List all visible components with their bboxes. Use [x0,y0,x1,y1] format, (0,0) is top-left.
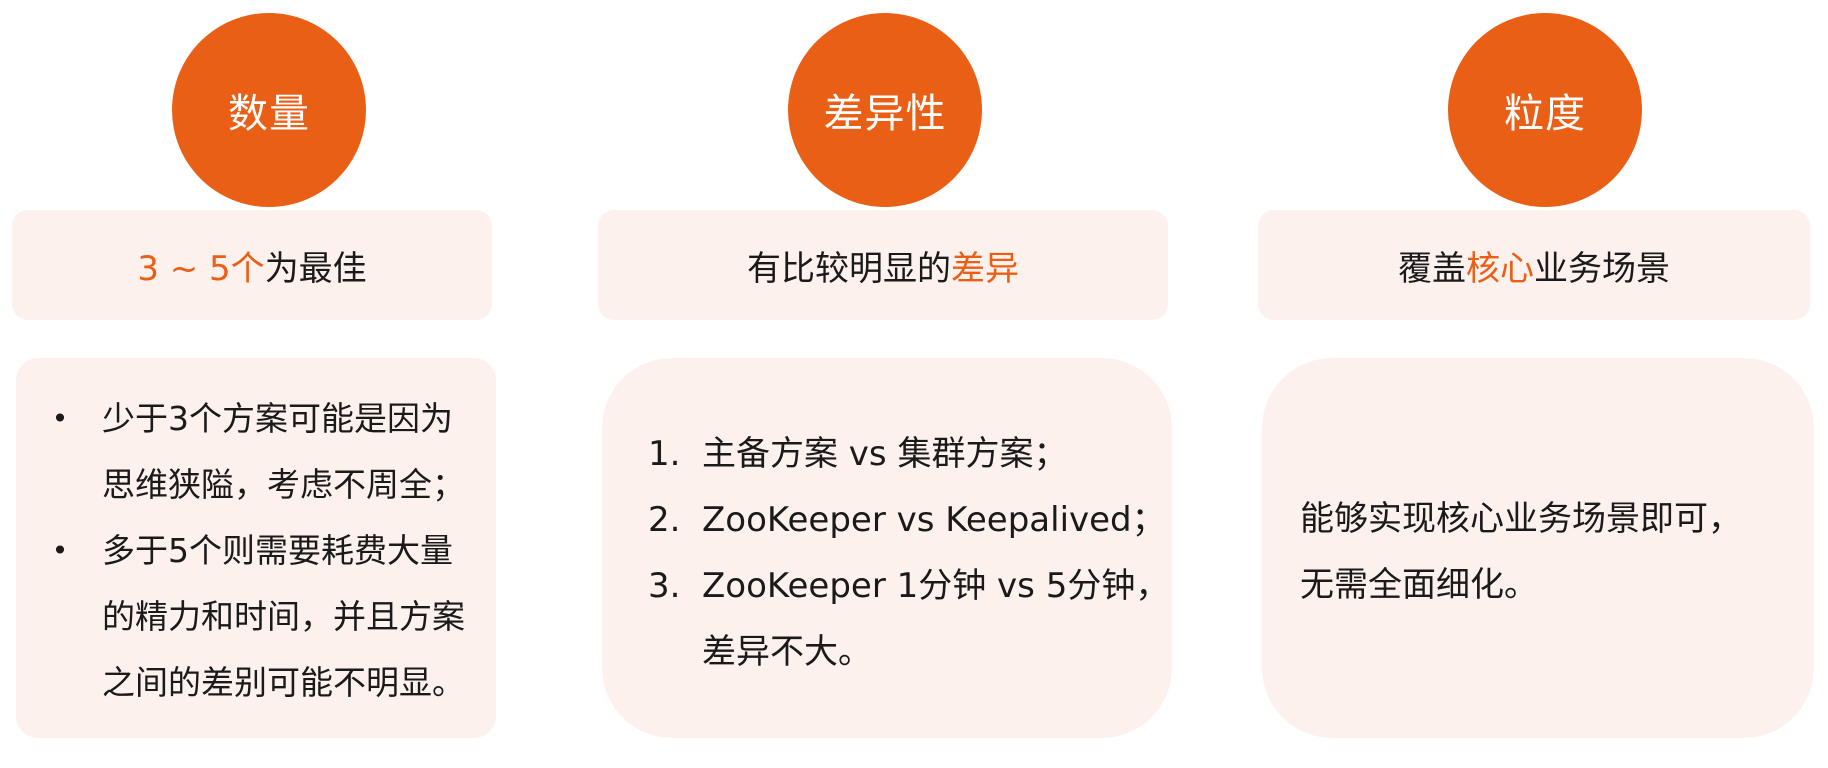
difference-summary: 有比较明显的 差异 [598,210,1168,320]
bullet-icon: • [51,534,69,567]
quantity-title: 数量 [228,91,310,137]
granularity-text-line-2: 无需全面细化。 [1300,565,1538,605]
list-item: 1. 主备方案 vs 集群方案； [612,421,1162,487]
quantity-summary: 3 ~ 5个 为最佳 [12,210,492,320]
item-text: ZooKeeper 1分钟 vs 5分钟， [702,566,1170,606]
bullet-text: 多于5个则需要耗费大量的精力和时间，并且方案之间的差别可能不明显。 [102,531,465,702]
quantity-summary-highlight: 3 ~ 5个 [137,248,265,289]
granularity-summary: 覆盖 核心 业务场景 [1258,210,1810,320]
item-number: 3. [648,566,681,606]
list-item: 3. ZooKeeper 1分钟 vs 5分钟， 差异不大。 [612,553,1170,685]
list-item: • 少于3个方案可能是因为思维狭隘，考虑不周全； [30,386,482,518]
granularity-summary-suffix: 业务场景 [1534,248,1670,289]
list-item: 2. ZooKeeper vs Keepalived； [612,487,1166,553]
difference-summary-highlight: 差异 [951,248,1019,289]
bullet-icon: • [51,402,69,435]
item-number: 1. [648,434,681,474]
list-item: • 多于5个则需要耗费大量的精力和时间，并且方案之间的差别可能不明显。 [30,518,482,716]
difference-detail: 1. 主备方案 vs 集群方案； 2. ZooKeeper vs Keepali… [602,358,1172,738]
granularity-title: 粒度 [1504,91,1586,137]
item-text: ZooKeeper vs Keepalived； [702,500,1166,540]
bullet-text: 少于3个方案可能是因为思维狭隘，考虑不周全； [102,399,465,504]
granularity-detail: 能够实现核心业务场景即可， 无需全面细化。 [1262,358,1814,738]
granularity-summary-prefix: 覆盖 [1398,248,1466,289]
granularity-circle: 粒度 [1448,13,1642,207]
item-text-continued: 差异不大。 [702,632,872,672]
difference-summary-prefix: 有比较明显的 [747,248,951,289]
difference-circle: 差异性 [788,13,982,207]
difference-title: 差异性 [823,91,947,137]
item-text: 主备方案 vs 集群方案； [702,434,1068,474]
quantity-detail: • 少于3个方案可能是因为思维狭隘，考虑不周全； • 多于5个则需要耗费大量的精… [16,358,496,738]
quantity-bullet-list: • 少于3个方案可能是因为思维狭隘，考虑不周全； • 多于5个则需要耗费大量的精… [30,386,482,716]
quantity-circle: 数量 [172,13,366,207]
granularity-text-line-1: 能够实现核心业务场景即可， [1300,499,1742,539]
item-number: 2. [648,500,681,540]
quantity-summary-rest: 为最佳 [264,248,367,289]
granularity-summary-highlight: 核心 [1466,248,1534,289]
